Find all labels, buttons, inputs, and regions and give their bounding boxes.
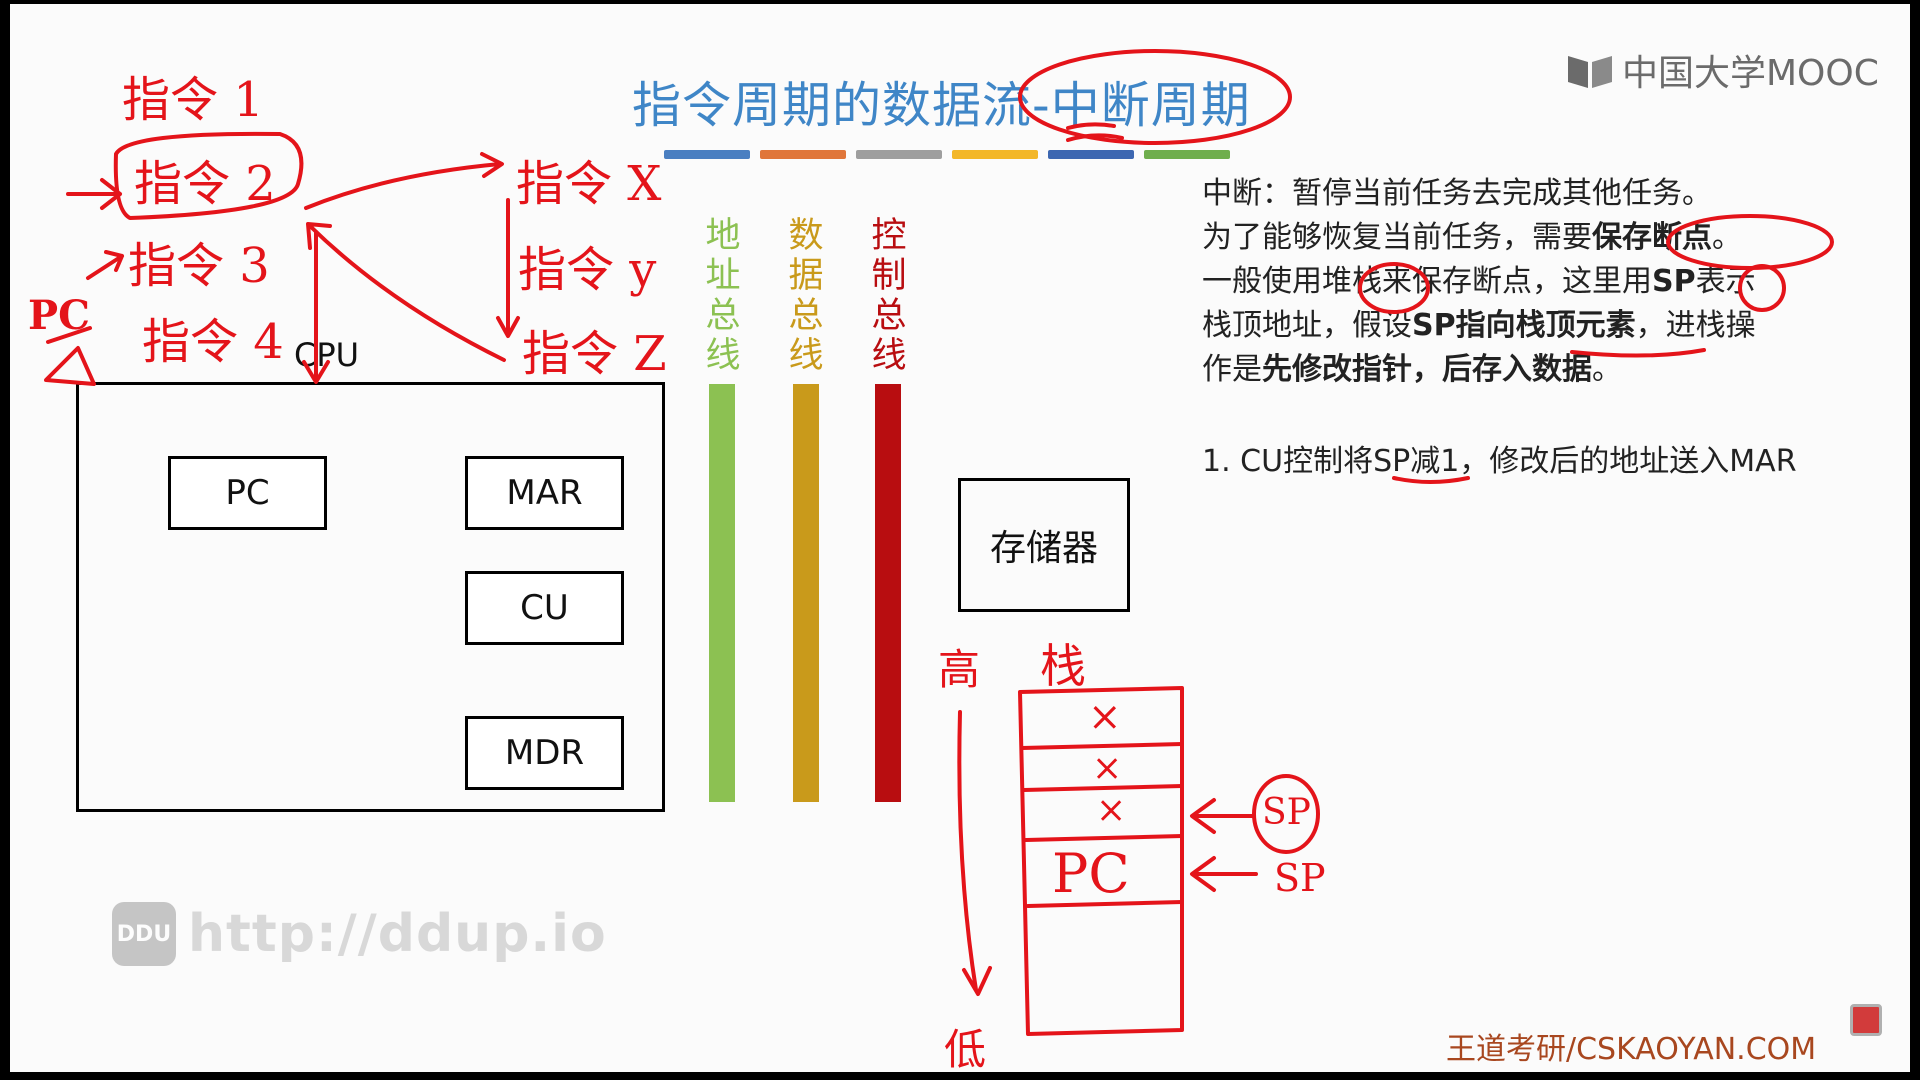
- underline-stack-top: [1570, 348, 1706, 358]
- sp-arrow-2: [1190, 856, 1258, 892]
- annotation-strokes: [44, 49, 1834, 1036]
- arrow-to-instr2: [66, 178, 122, 210]
- underline-sp: [1392, 476, 1470, 484]
- stack-line: [1024, 834, 1184, 842]
- annotation-high: 高: [938, 645, 981, 694]
- high-to-low-arrow: [957, 710, 992, 996]
- arrow-to-instr3: [86, 250, 124, 280]
- circle-sp: [1738, 264, 1786, 312]
- arrow-x-to-z: [496, 198, 520, 338]
- annotation-instrx: 指令 X: [516, 156, 662, 212]
- arrow-to-instrx: [304, 152, 504, 210]
- stack-cell-3: ×: [1096, 790, 1127, 831]
- annotation-pc: PC: [28, 292, 90, 339]
- stack-cell-2: ×: [1092, 748, 1123, 789]
- stack-cell-1: ×: [1088, 694, 1122, 740]
- title-underline: [1066, 122, 1116, 130]
- title-circle: [1018, 49, 1292, 145]
- arrow-back-to-instr2: [306, 222, 506, 362]
- annotation-stack: 栈: [1040, 639, 1086, 693]
- annotation-instry: 指令 y: [518, 242, 657, 298]
- annotation-low: 低: [944, 1025, 987, 1072]
- annotation-instr2: 指令 2: [134, 156, 276, 212]
- annotation-sp-circled: SP: [1262, 792, 1311, 833]
- circle-save-breakpoint: [1666, 214, 1834, 270]
- sp-arrow-1: [1190, 798, 1256, 834]
- pc-arrow-head: [44, 346, 96, 386]
- slide-frame: 指令周期的数据流-中断周期 中国大学MOOC 中断：暂停当前任务去完成其他任务。…: [10, 4, 1910, 1072]
- annotation-sp: SP: [1274, 856, 1326, 900]
- arrow-down-cpu: [302, 230, 330, 384]
- annotation-instr1: 指令 1: [122, 72, 264, 128]
- annotation-instrz: 指令 Z: [522, 326, 667, 382]
- annotation-instr4: 指令 4: [142, 314, 284, 370]
- stack-cell-pc: PC: [1052, 842, 1130, 905]
- annotation-instr3: 指令 3: [128, 238, 270, 294]
- circle-stack: [1358, 262, 1430, 314]
